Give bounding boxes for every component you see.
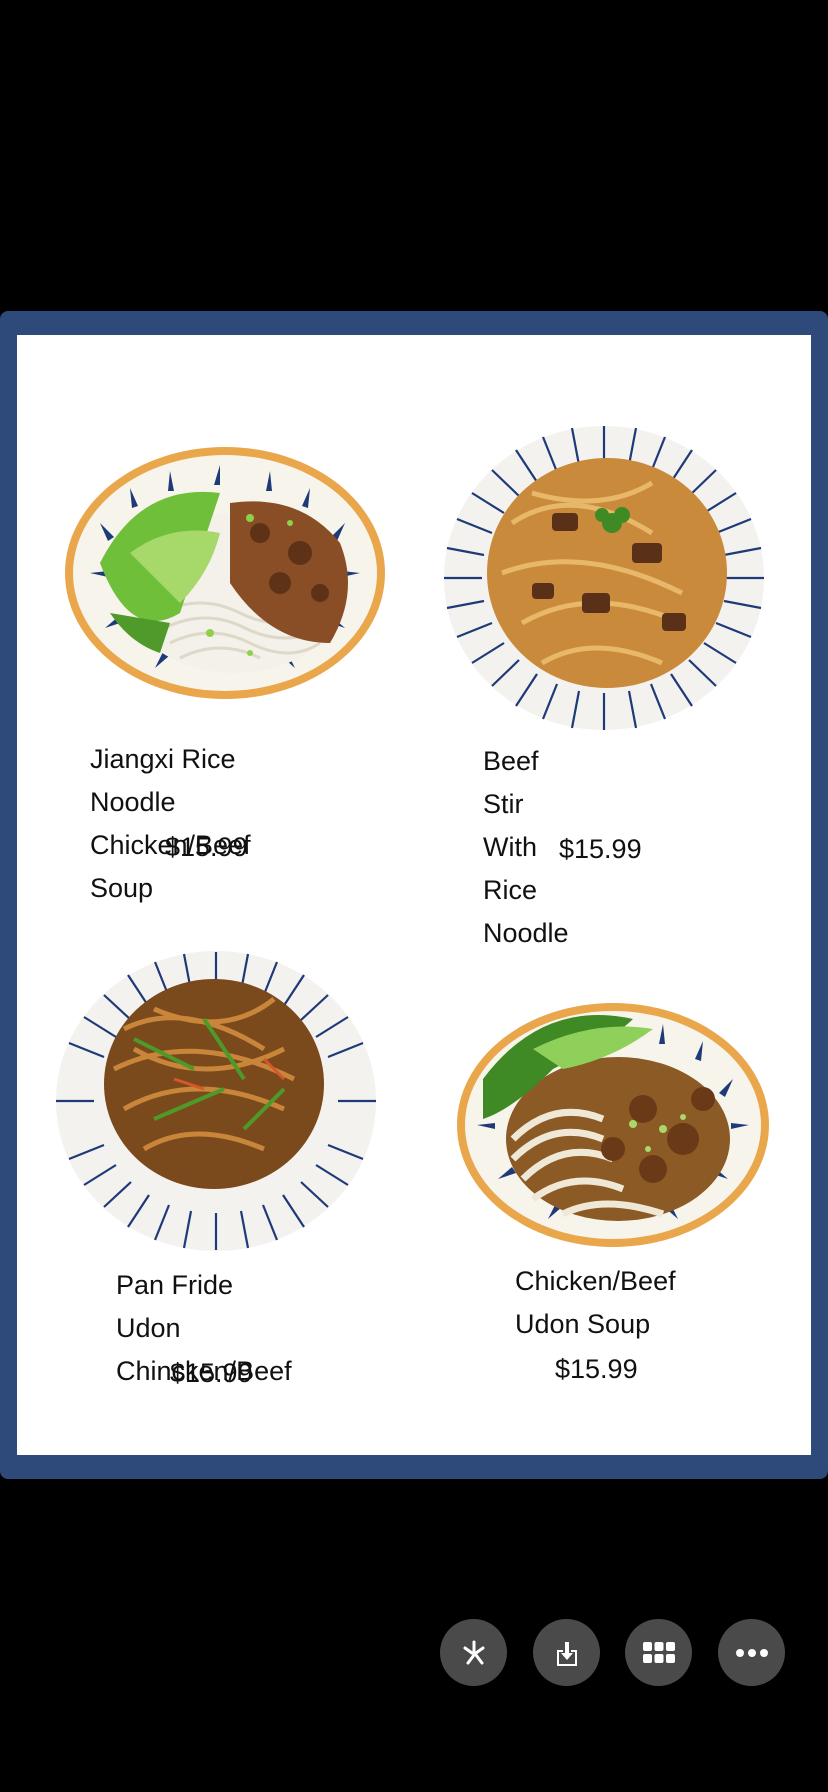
- download-icon: [556, 1641, 577, 1666]
- grid-icon: [642, 1641, 675, 1663]
- pan-fried-udon-bowl-photo: [56, 951, 376, 1251]
- dish-price: $15.99: [170, 1358, 253, 1388]
- menu-card: Jiangxi Rice Noodle Chicken/Beef Soup $1…: [17, 335, 811, 1455]
- sparkle-button[interactable]: [440, 1619, 507, 1686]
- sparkle-icon: [463, 1640, 484, 1664]
- dish-name: Jiangxi Rice Noodle Chicken/Beef Soup: [90, 744, 251, 903]
- udon-soup-bowl-photo: [457, 1003, 769, 1247]
- more-icon: [735, 1648, 768, 1657]
- beef-stir-fry-bowl-photo: [444, 426, 764, 730]
- dish-price: $15.99: [165, 832, 248, 862]
- more-button[interactable]: [718, 1619, 785, 1686]
- menu-image-frame: Jiangxi Rice Noodle Chicken/Beef Soup $1…: [0, 311, 828, 1479]
- rice-noodle-soup-bowl-photo: [65, 447, 385, 699]
- download-button[interactable]: [533, 1619, 600, 1686]
- dish-price: $15.99: [559, 834, 642, 864]
- dish-name: Chicken/Beef Udon Soup: [515, 1266, 676, 1339]
- grid-button[interactable]: [625, 1619, 692, 1686]
- dish-price: $15.99: [555, 1354, 638, 1384]
- dish-name: Beef Stir With Rice Noodle: [483, 746, 569, 948]
